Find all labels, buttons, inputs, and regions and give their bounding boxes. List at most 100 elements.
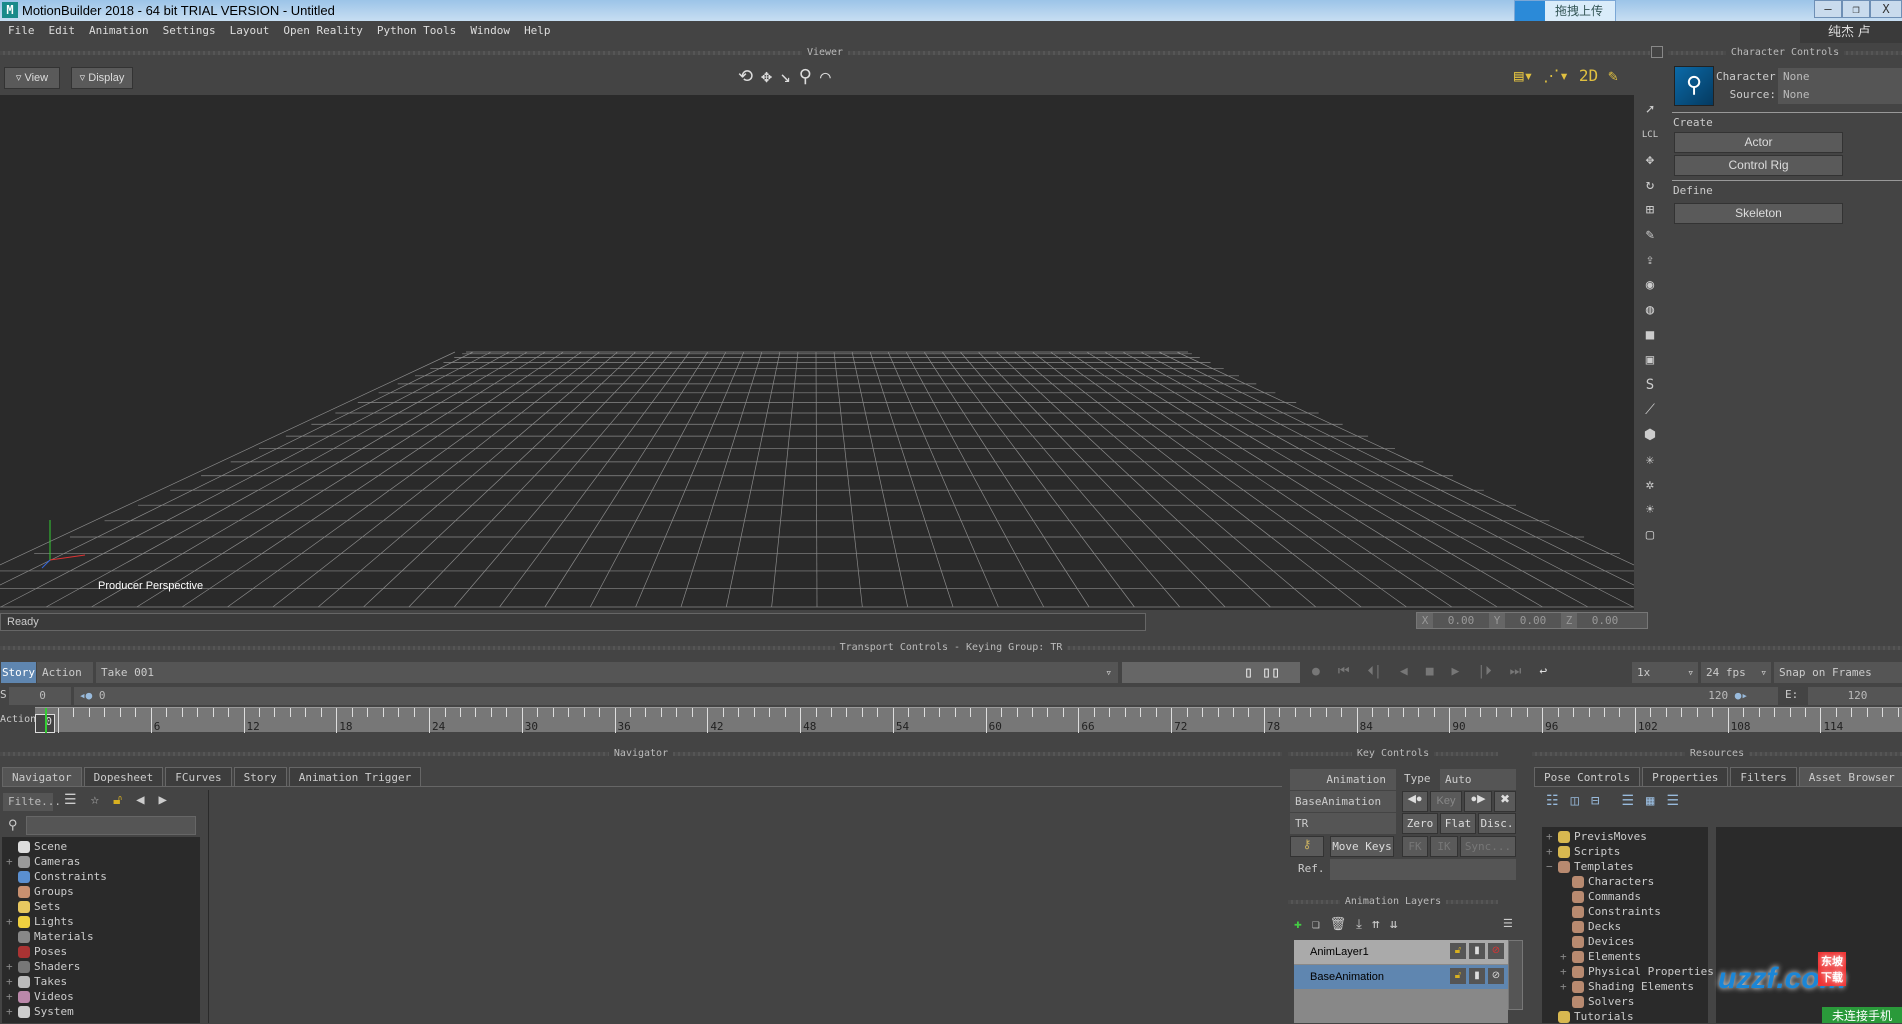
tab-navigator[interactable]: Navigator: [2, 767, 82, 786]
next-key-icon[interactable]: ●▶: [1464, 791, 1492, 812]
go-end-button[interactable]: ⏭: [1510, 664, 1522, 679]
prev-key-button[interactable]: ⏴|: [1368, 664, 1382, 679]
float-panel-icon[interactable]: [1651, 46, 1663, 58]
tab-pose-controls[interactable]: Pose Controls: [1534, 767, 1641, 786]
user-account[interactable]: 纯杰 卢: [1800, 21, 1902, 43]
solo-icon[interactable]: ▮: [1469, 968, 1485, 984]
snap-dropdown[interactable]: Snap on Frames: [1774, 662, 1902, 683]
tree-item[interactable]: + Elements: [1546, 949, 1708, 964]
menu-open-reality[interactable]: Open Reality: [283, 21, 362, 41]
tree-item[interactable]: Sets: [6, 899, 200, 914]
tree-item[interactable]: Poses: [6, 944, 200, 959]
select-icon[interactable]: ➚: [1640, 100, 1660, 120]
tree-item[interactable]: + PrevisMoves: [1546, 829, 1708, 844]
frame-icon[interactable]: ▢: [1640, 525, 1660, 545]
x-value[interactable]: 0.00: [1433, 613, 1489, 628]
pan-icon[interactable]: ✥: [761, 66, 772, 87]
tree-item[interactable]: + Physical Properties: [1546, 964, 1714, 979]
tree-item[interactable]: Constraints: [1546, 904, 1708, 919]
split-horizontal-icon[interactable]: ⊟: [1591, 793, 1599, 809]
delete-layer-icon[interactable]: 🗑︎: [1330, 917, 1347, 932]
tree-item[interactable]: Tutorials: [1546, 1009, 1708, 1024]
action-dropdown[interactable]: Action ▿: [37, 662, 93, 700]
layer-row[interactable]: BaseAnimation 🔓︎ ▮ ⊘: [1294, 965, 1508, 989]
stop-button[interactable]: ■: [1426, 664, 1434, 679]
3d-viewport[interactable]: Producer Perspective: [0, 95, 1634, 610]
layer-dropdown[interactable]: BaseAnimation: [1290, 791, 1396, 812]
duplicate-layer-icon[interactable]: ❏: [1312, 917, 1320, 932]
expand-icon[interactable]: +: [1560, 979, 1572, 994]
tree-item[interactable]: + Shading Elements: [1546, 979, 1708, 994]
add-layer-icon[interactable]: ✚: [1294, 917, 1302, 932]
source-select[interactable]: None: [1778, 86, 1902, 104]
light-icon[interactable]: ☀: [1640, 500, 1660, 520]
play-back-button[interactable]: ◀: [1400, 664, 1408, 679]
solo-icon[interactable]: ▮: [1469, 943, 1485, 959]
move-layer-down-icon[interactable]: ⇊: [1390, 917, 1398, 932]
path-icon[interactable]: S: [1640, 375, 1660, 395]
restore-button[interactable]: ❐: [1842, 0, 1870, 18]
list-view-icon[interactable]: ☰: [1621, 793, 1634, 809]
joint-icon[interactable]: ✳: [1640, 450, 1660, 470]
scale-icon[interactable]: ⊞: [1640, 200, 1660, 220]
tree-item[interactable]: + Shaders: [6, 959, 200, 974]
key-type-dropdown[interactable]: Auto: [1440, 769, 1516, 790]
translate-icon[interactable]: ✥: [1640, 150, 1660, 170]
expand-icon[interactable]: +: [6, 854, 18, 869]
tree-item[interactable]: + Takes: [6, 974, 200, 989]
favorite-icon[interactable]: ☆: [91, 792, 99, 808]
tree-item[interactable]: + Videos: [6, 989, 200, 1004]
control-rig-button[interactable]: Control Rig: [1674, 155, 1843, 176]
mute-icon[interactable]: ⊘: [1488, 943, 1504, 959]
story-toggle[interactable]: Story: [1, 662, 36, 683]
tree-item[interactable]: + Cameras: [6, 854, 200, 869]
tab-asset-browser[interactable]: Asset Browser: [1798, 767, 1902, 786]
take-dropdown[interactable]: Take 001 ▿: [96, 662, 1118, 683]
2d-zoom-icon[interactable]: 2D: [1579, 66, 1598, 85]
detail-view-icon[interactable]: ☰: [1666, 793, 1679, 809]
menu-window[interactable]: Window: [470, 21, 510, 41]
end-frame-input[interactable]: 120: [1808, 687, 1902, 705]
start-frame-input[interactable]: 0: [9, 687, 71, 705]
tree-item[interactable]: Characters: [1546, 874, 1708, 889]
delete-key-icon[interactable]: ✖: [1494, 791, 1516, 812]
menu-edit[interactable]: Edit: [49, 21, 76, 41]
brush-icon[interactable]: ⟋: [1640, 400, 1660, 420]
key-icon[interactable]: ⚷: [1290, 836, 1324, 857]
ik-button[interactable]: IK: [1430, 836, 1458, 857]
zero-button[interactable]: Zero: [1402, 813, 1438, 834]
menu-animation[interactable]: Animation: [89, 21, 149, 41]
sketch-icon[interactable]: ✎: [1608, 66, 1618, 85]
move-layer-up-icon[interactable]: ⇈: [1372, 917, 1380, 932]
next-key-button[interactable]: |⏵: [1477, 664, 1491, 679]
tab-dopesheet[interactable]: Dopesheet: [83, 767, 164, 786]
dolly-icon[interactable]: ↘: [780, 66, 791, 87]
cube-icon[interactable]: ■: [1640, 325, 1660, 345]
lock-icon[interactable]: 🔓︎: [1450, 943, 1466, 959]
tree-item[interactable]: + Scripts: [1546, 844, 1708, 859]
tab-fcurves[interactable]: FCurves: [165, 767, 232, 786]
layer-scrollbar[interactable]: [1508, 940, 1523, 1010]
orbit-icon[interactable]: ⟲: [738, 66, 753, 87]
minimize-button[interactable]: —: [1814, 0, 1842, 18]
display-menu-button[interactable]: ▿ Display: [71, 67, 133, 89]
close-button[interactable]: X: [1870, 0, 1902, 18]
record-button[interactable]: ●: [1312, 664, 1320, 679]
roll-icon[interactable]: ⌒: [820, 66, 831, 87]
menu-settings[interactable]: Settings: [163, 21, 216, 41]
expand-icon[interactable]: +: [1560, 949, 1572, 964]
lock-icon[interactable]: 🔓︎: [113, 792, 122, 808]
local-icon[interactable]: LCL: [1640, 125, 1660, 145]
expand-icon[interactable]: +: [6, 989, 18, 1004]
disc-button[interactable]: Disc.: [1478, 813, 1516, 834]
move-keys-button[interactable]: Move Keys: [1330, 836, 1394, 857]
tab-animation-trigger[interactable]: Animation Trigger: [288, 767, 422, 786]
layer-menu-icon[interactable]: ☰: [1503, 917, 1513, 930]
pen-icon[interactable]: ✎: [1640, 225, 1660, 245]
playhead[interactable]: [45, 708, 47, 733]
menu-help[interactable]: Help: [524, 21, 551, 41]
fk-button[interactable]: FK: [1402, 836, 1428, 857]
time-slider[interactable]: ◂● 0: [74, 687, 1074, 705]
expand-icon[interactable]: +: [1560, 964, 1572, 979]
menu-file[interactable]: File: [8, 21, 35, 41]
